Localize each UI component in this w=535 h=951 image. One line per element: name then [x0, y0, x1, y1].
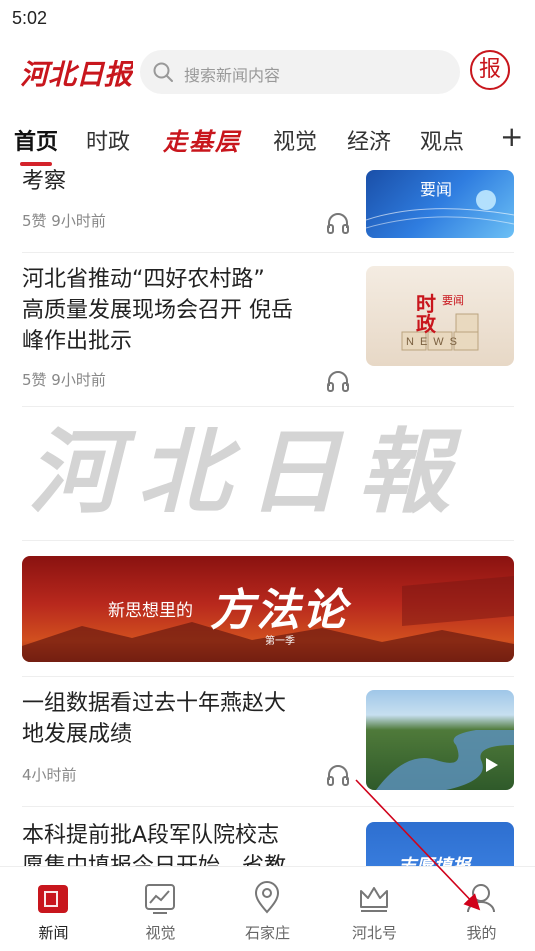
news-title-line-1: 一组数据看过去十年燕赵大 — [22, 691, 287, 716]
tab-visual[interactable]: 视觉 — [273, 124, 317, 156]
divider — [22, 676, 514, 677]
thumb-label-b: 政 — [416, 312, 436, 336]
news-feed[interactable]: 考察 5赞 9小时前 要闻 河北省推动“四好农村路” 高质量发展现场会召开 倪岳… — [0, 166, 535, 866]
app-logo[interactable]: 河北日报 — [18, 52, 136, 94]
news-meta: 5赞 9小时前 — [22, 212, 106, 230]
thumb-graphic — [376, 730, 514, 790]
crown-icon — [360, 887, 388, 912]
nav-hebeihao[interactable]: 河北号 — [321, 867, 428, 951]
location-icon — [254, 881, 280, 914]
tab-home[interactable]: 首页 — [14, 124, 58, 156]
thumb-label-d: NEWS — [406, 336, 463, 348]
banner-subtitle: 新思想里的 — [108, 601, 193, 621]
divider — [22, 806, 514, 807]
nav-label: 河北号 — [351, 924, 397, 942]
thumb-graphic — [401, 313, 479, 351]
news-meta: 4小时前 — [22, 766, 77, 784]
divider — [22, 252, 514, 253]
divider — [22, 540, 514, 541]
thumb-label: 志愿填报 — [398, 852, 470, 866]
nav-label: 我的 — [466, 924, 497, 942]
nav-visual[interactable]: 视觉 — [107, 867, 214, 951]
news-title-line-2: 地发展成绩 — [22, 722, 133, 747]
tab-opinion[interactable]: 观点 — [420, 124, 464, 156]
banner-season: 第一季 — [265, 636, 295, 647]
nav-profile[interactable]: 我的 — [428, 867, 535, 951]
status-bar: 5:02 — [0, 0, 535, 38]
nav-label: 视觉 — [145, 924, 176, 942]
feature-banner[interactable]: 新思想里的 方法论 第一季 — [22, 556, 514, 662]
tab-grassroots[interactable]: 走基层 — [163, 122, 241, 157]
person-icon — [467, 884, 495, 913]
tab-economy[interactable]: 经济 — [347, 124, 391, 156]
bottom-nav: 新闻 视觉 石家庄 河北号 我的 — [0, 866, 535, 951]
app-header: 河北日报 搜索新闻内容 报 — [0, 44, 535, 102]
tab-politics[interactable]: 时政 — [86, 124, 130, 156]
epaper-button[interactable]: 报 — [470, 50, 510, 90]
nav-label: 石家庄 — [244, 924, 290, 942]
banner-title: 方法论 — [210, 585, 348, 636]
news-title: 考察 — [22, 169, 67, 194]
thumb-label: 要闻 — [420, 180, 453, 199]
news-title-line-1: 河北省推动“四好农村路” — [22, 267, 265, 292]
news-icon — [38, 885, 68, 913]
news-thumbnail[interactable]: 要闻 — [366, 170, 514, 238]
play-icon — [486, 758, 498, 772]
news-meta: 5赞 9小时前 — [22, 371, 106, 389]
news-thumbnail[interactable]: 志愿填报 — [366, 822, 514, 866]
news-thumbnail[interactable]: 时 政 要闻 NEWS — [366, 266, 514, 366]
logo-calligraphy: 河北日报 — [20, 58, 136, 91]
thumb-label-c: 要闻 — [442, 294, 464, 307]
headphones-icon[interactable] — [326, 764, 350, 786]
video-thumbnail[interactable] — [366, 690, 514, 790]
news-title-line-2: 愿集中填报今日开始，省教 — [22, 851, 286, 866]
headphones-icon[interactable] — [326, 370, 350, 392]
search-input[interactable]: 搜索新闻内容 — [140, 50, 460, 94]
status-time: 5:02 — [12, 8, 48, 28]
news-title-line-1: 本科提前批A段军队院校志 — [22, 823, 280, 848]
search-placeholder: 搜索新闻内容 — [184, 66, 281, 85]
nav-label: 新闻 — [38, 924, 69, 942]
chart-icon — [145, 884, 175, 914]
nav-shijiazhuang[interactable]: 石家庄 — [214, 867, 321, 951]
search-icon — [153, 62, 173, 82]
news-title-line-2: 高质量发展现场会召开 倪岳 — [22, 298, 293, 323]
watermark-logo: 河北日報 — [28, 418, 468, 526]
logo-text: 河北日报 — [20, 58, 133, 91]
add-tab-button[interactable]: + — [500, 120, 523, 153]
divider — [22, 406, 514, 407]
watermark-text: 河北日報 — [28, 418, 468, 526]
headphones-icon[interactable] — [326, 212, 350, 234]
placeholder-watermark: 河北日報 — [22, 416, 514, 526]
nav-news[interactable]: 新闻 — [0, 867, 107, 951]
news-title-line-3: 峰作出批示 — [22, 329, 133, 354]
category-tabs: 首页 时政 走基层 视觉 经济 观点 + — [0, 116, 535, 166]
